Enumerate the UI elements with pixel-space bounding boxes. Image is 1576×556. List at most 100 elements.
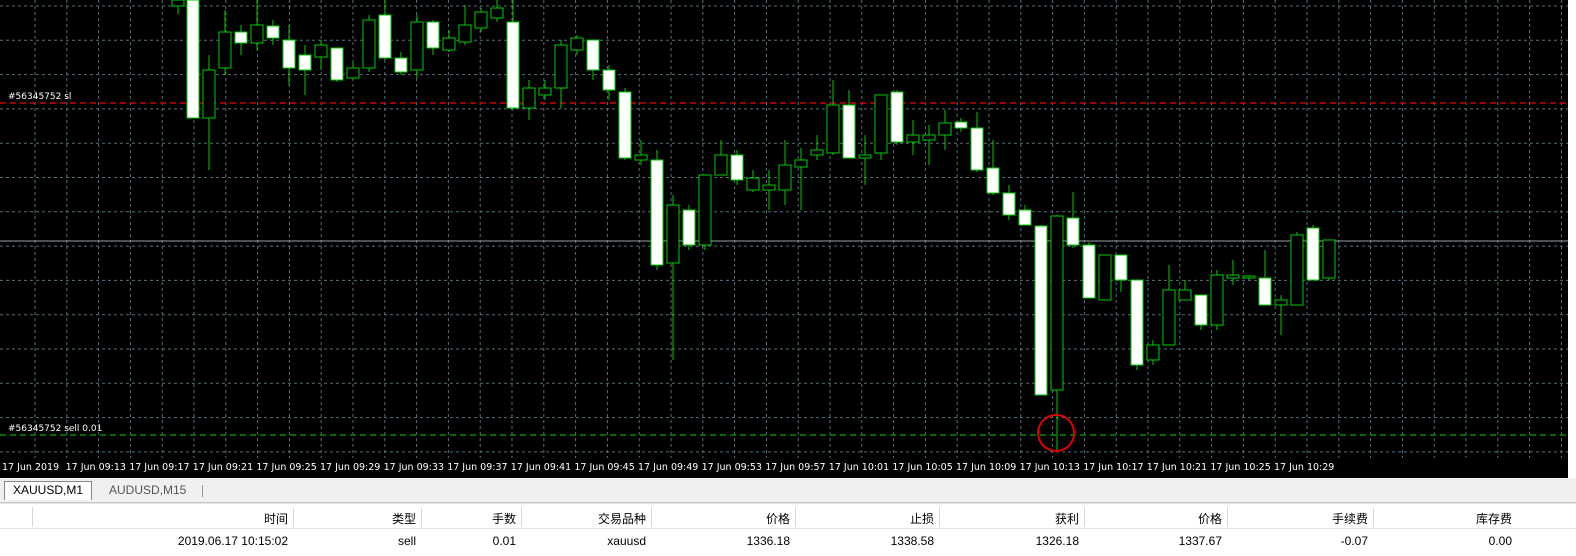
bearish-candle bbox=[330, 47, 344, 81]
bearish-candle bbox=[1258, 277, 1272, 306]
column-separator[interactable] bbox=[651, 507, 652, 527]
column-separator[interactable] bbox=[1227, 507, 1228, 527]
bullish-candle bbox=[250, 24, 264, 44]
highlight-circle bbox=[1037, 414, 1075, 452]
bullish-candle bbox=[762, 184, 776, 191]
time-tick-label: 17 Jun 10:29 bbox=[1274, 462, 1335, 473]
bullish-candle bbox=[714, 154, 728, 176]
time-tick-label: 17 Jun 09:33 bbox=[383, 462, 444, 473]
bearish-candle bbox=[602, 69, 616, 91]
time-tick-label: 17 Jun 09:37 bbox=[447, 462, 508, 473]
time-tick-label: 17 Jun 09:17 bbox=[129, 462, 190, 473]
column-header[interactable]: 价格 bbox=[766, 510, 790, 527]
bullish-candle bbox=[810, 149, 824, 156]
bearish-candle bbox=[298, 54, 312, 71]
time-tick-label: 17 Jun 09:21 bbox=[192, 462, 254, 473]
column-header[interactable]: 库存费 bbox=[1476, 510, 1512, 527]
bullish-candle bbox=[1178, 289, 1192, 301]
bearish-candle bbox=[1002, 192, 1016, 216]
bearish-candle bbox=[1018, 209, 1032, 226]
bullish-candle bbox=[171, 0, 185, 7]
column-header[interactable]: 止损 bbox=[910, 510, 934, 527]
bearish-candle bbox=[842, 104, 856, 159]
table-cell: sell bbox=[397, 534, 416, 548]
bullish-candle bbox=[314, 44, 328, 58]
bearish-candle bbox=[970, 127, 984, 171]
column-separator[interactable] bbox=[1084, 507, 1085, 527]
table-divider bbox=[0, 503, 1576, 504]
bullish-candle bbox=[458, 24, 472, 43]
column-header[interactable]: 时间 bbox=[264, 510, 288, 527]
candlestick-chart bbox=[0, 0, 1568, 458]
bullish-candle bbox=[938, 122, 952, 136]
bullish-candle bbox=[1162, 289, 1176, 346]
column-header[interactable]: 交易品种 bbox=[598, 510, 646, 527]
trade-table: 时间 类型 手数 交易品种 价格 止损 获利 价格 手续费 库存费 2019.06.17 10:1… bbox=[0, 503, 1576, 556]
window-edge bbox=[1568, 0, 1576, 478]
bullish-candle bbox=[794, 159, 808, 168]
bullish-candle bbox=[1226, 274, 1240, 279]
column-header[interactable]: 手续费 bbox=[1332, 510, 1368, 527]
bearish-candle bbox=[586, 39, 600, 71]
bullish-candle bbox=[218, 31, 232, 69]
bullish-candle bbox=[666, 204, 680, 264]
bearish-candle bbox=[1066, 217, 1080, 246]
price-chart[interactable]: #56345752 sl #56345752 sell 0.01 bbox=[0, 0, 1568, 458]
time-tick-label: 17 Jun 09:29 bbox=[320, 462, 381, 473]
table-cell: 1336.18 bbox=[746, 534, 790, 548]
time-axis: 17 Jun 2019 17 Jun 09:13 17 Jun 09:17 17 Ju… bbox=[0, 458, 1568, 478]
bearish-candle bbox=[506, 21, 520, 109]
bullish-candle bbox=[1322, 239, 1336, 279]
bearish-candle bbox=[394, 57, 408, 73]
column-header[interactable]: 类型 bbox=[392, 510, 416, 527]
time-tick-label: 17 Jun 2019 bbox=[2, 462, 60, 473]
column-separator[interactable] bbox=[421, 507, 422, 527]
bearish-candle bbox=[682, 209, 696, 246]
column-separator[interactable] bbox=[293, 507, 294, 527]
column-separator[interactable] bbox=[939, 507, 940, 527]
bullish-candle bbox=[1050, 215, 1064, 391]
time-tick-label: 17 Jun 09:57 bbox=[765, 462, 826, 473]
bullish-candle bbox=[1242, 275, 1256, 279]
table-cell: xauusd bbox=[607, 534, 646, 548]
table-cell: -0.07 bbox=[1340, 534, 1368, 548]
tab-audusd-m15[interactable]: AUDUSD,M15 bbox=[101, 482, 194, 499]
time-tick-label: 17 Jun 10:09 bbox=[956, 462, 1017, 473]
tab-xauusd-m1[interactable]: XAUUSD,M1 bbox=[4, 481, 93, 500]
column-header[interactable]: 价格 bbox=[1198, 510, 1222, 527]
time-tick-label: 17 Jun 09:45 bbox=[574, 462, 635, 473]
bullish-candle bbox=[1290, 234, 1304, 306]
bearish-candle bbox=[1114, 254, 1128, 281]
table-cell: 0.00 bbox=[1488, 534, 1512, 548]
time-tick-label: 17 Jun 10:21 bbox=[1146, 462, 1208, 473]
column-header[interactable]: 手数 bbox=[492, 510, 516, 527]
bullish-candle bbox=[906, 134, 920, 143]
bearish-candle bbox=[618, 91, 632, 159]
bearish-candle bbox=[234, 31, 248, 44]
table-divider bbox=[0, 528, 1576, 529]
table-cell: 0.01 bbox=[492, 534, 516, 548]
bearish-candle bbox=[186, 0, 200, 119]
bearish-candle bbox=[1130, 279, 1144, 366]
bullish-candle bbox=[362, 19, 376, 69]
column-separator[interactable] bbox=[795, 507, 796, 527]
bullish-candle bbox=[858, 154, 872, 159]
column-separator[interactable] bbox=[521, 507, 522, 527]
time-tick-label: 17 Jun 09:25 bbox=[256, 462, 317, 473]
column-separator[interactable] bbox=[32, 507, 33, 527]
stop-loss-line-label[interactable]: #56345752 sl bbox=[8, 92, 71, 102]
bullish-candle bbox=[490, 7, 504, 19]
order-line-label[interactable]: #56345752 sell 0.01 bbox=[8, 424, 102, 434]
table-cell: 1337.67 bbox=[1178, 534, 1222, 548]
column-separator[interactable] bbox=[1373, 507, 1374, 527]
time-tick-label: 17 Jun 09:41 bbox=[510, 462, 572, 473]
bullish-candle bbox=[746, 177, 760, 191]
column-header[interactable]: 获利 bbox=[1055, 510, 1079, 527]
bullish-candle bbox=[522, 87, 536, 109]
bullish-candle bbox=[1098, 254, 1112, 301]
bearish-candle bbox=[1306, 227, 1320, 281]
bullish-candle bbox=[874, 94, 888, 154]
bearish-candle bbox=[282, 39, 296, 69]
time-tick-label: 17 Jun 10:25 bbox=[1210, 462, 1271, 473]
bullish-candle bbox=[474, 11, 488, 29]
